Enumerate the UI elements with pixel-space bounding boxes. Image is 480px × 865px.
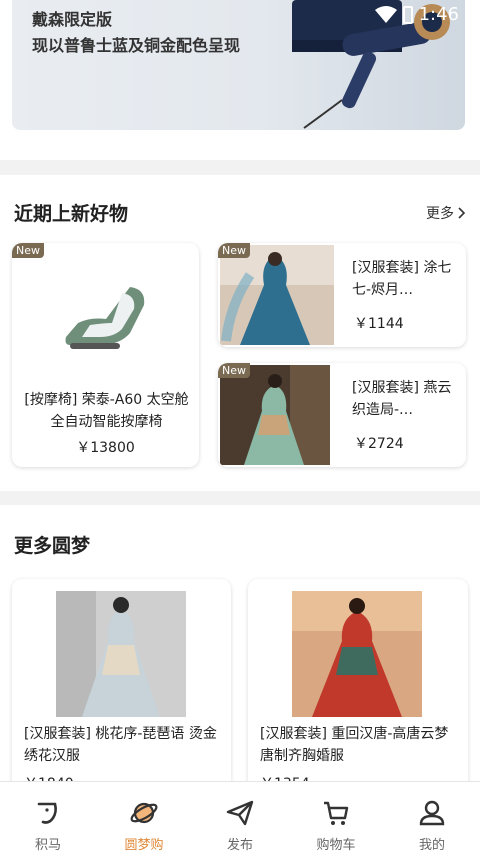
hanfu-photo-image (220, 365, 330, 465)
product-card[interactable]: [汉服套装] 重回汉唐-高唐云梦 唐制齐胸婚服 ￥1354 (248, 579, 468, 799)
tab-cart[interactable]: 购物车 (288, 782, 384, 865)
tab-label: 我的 (418, 838, 445, 853)
status-bar: 1:46 (374, 4, 459, 25)
tab-label: 圆梦购 (124, 838, 164, 853)
hanfu-photo-image (56, 591, 186, 717)
product-card[interactable]: New [按摩椅] 荣泰-A60 太空舱全自动智能按摩椅 ￥13800 (12, 243, 199, 467)
banner-section: 戴森限定版 现以普鲁士蓝及铜金配色呈现 1:46 (0, 0, 480, 160)
new-badge: New (218, 243, 250, 258)
new-arrivals-section: 近期上新好物 更多 New [按摩椅] 荣泰-A60 太空舱全自动智能按摩椅 ￥… (0, 175, 480, 491)
product-name: [汉服套装] 燕云织造局-… (352, 380, 452, 418)
more-link[interactable]: 更多 (426, 203, 466, 223)
new-badge: New (218, 363, 250, 378)
bottom-tab-bar: 积马 圆梦购 发布 购物车 我的 (0, 781, 480, 865)
more-dreams-section: 更多圆梦 [汉服套装] 桃花序-琵琶语 烫金绣花汉服 ￥1840 [汉服套装] … (0, 505, 480, 799)
more-label: 更多 (426, 206, 454, 222)
new-badge: New (12, 243, 44, 258)
tab-fabu[interactable]: 发布 (192, 782, 288, 865)
massage-chair-image (65, 287, 145, 349)
tab-mine[interactable]: 我的 (384, 782, 480, 865)
product-price: ￥13800 (76, 440, 135, 456)
tab-label: 发布 (226, 838, 253, 853)
status-time: 1:46 (418, 4, 459, 25)
tab-label: 购物车 (316, 838, 356, 853)
banner-subtitle: 现以普鲁士蓝及铜金配色呈现 (32, 36, 241, 55)
battery-icon (402, 5, 413, 24)
chevron-right-icon (458, 207, 466, 219)
product-price: ￥1144 (354, 316, 404, 332)
section-title: 更多圆梦 (14, 535, 91, 557)
hanfu-photo-image (292, 591, 422, 717)
promo-banner[interactable]: 戴森限定版 现以普鲁士蓝及铜金配色呈现 1:46 (12, 0, 465, 130)
tab-yuanmenggou[interactable]: 圆梦购 (96, 782, 192, 865)
product-card[interactable]: New [汉服套装] 涂七七-烬月… ￥1144 (218, 243, 466, 347)
horse-icon (37, 802, 57, 824)
user-icon (419, 800, 445, 826)
tab-label: 积马 (34, 838, 61, 853)
section-title: 近期上新好物 (14, 203, 129, 225)
planet-icon (130, 802, 158, 824)
product-name: [汉服套装] 重回汉唐-高唐云梦 唐制齐胸婚服 (260, 726, 449, 764)
paper-plane-icon (226, 800, 254, 826)
cart-icon (324, 801, 349, 825)
product-name: [汉服套装] 桃花序-琵琶语 烫金绣花汉服 (24, 726, 217, 764)
banner-title: 戴森限定版 (32, 10, 113, 29)
wifi-icon (374, 5, 397, 23)
product-name: [汉服套装] 涂七七-烬月… (352, 260, 452, 298)
product-name: [按摩椅] 荣泰-A60 太空舱全自动智能按摩椅 (24, 392, 189, 430)
product-card[interactable]: [汉服套装] 桃花序-琵琶语 烫金绣花汉服 ￥1840 (12, 579, 231, 799)
hanfu-photo-image (220, 245, 334, 345)
product-price: ￥2724 (354, 436, 404, 452)
product-card[interactable]: New [汉服套装] 燕云织造局-… ￥2724 (218, 363, 466, 467)
tab-jima[interactable]: 积马 (0, 782, 96, 865)
